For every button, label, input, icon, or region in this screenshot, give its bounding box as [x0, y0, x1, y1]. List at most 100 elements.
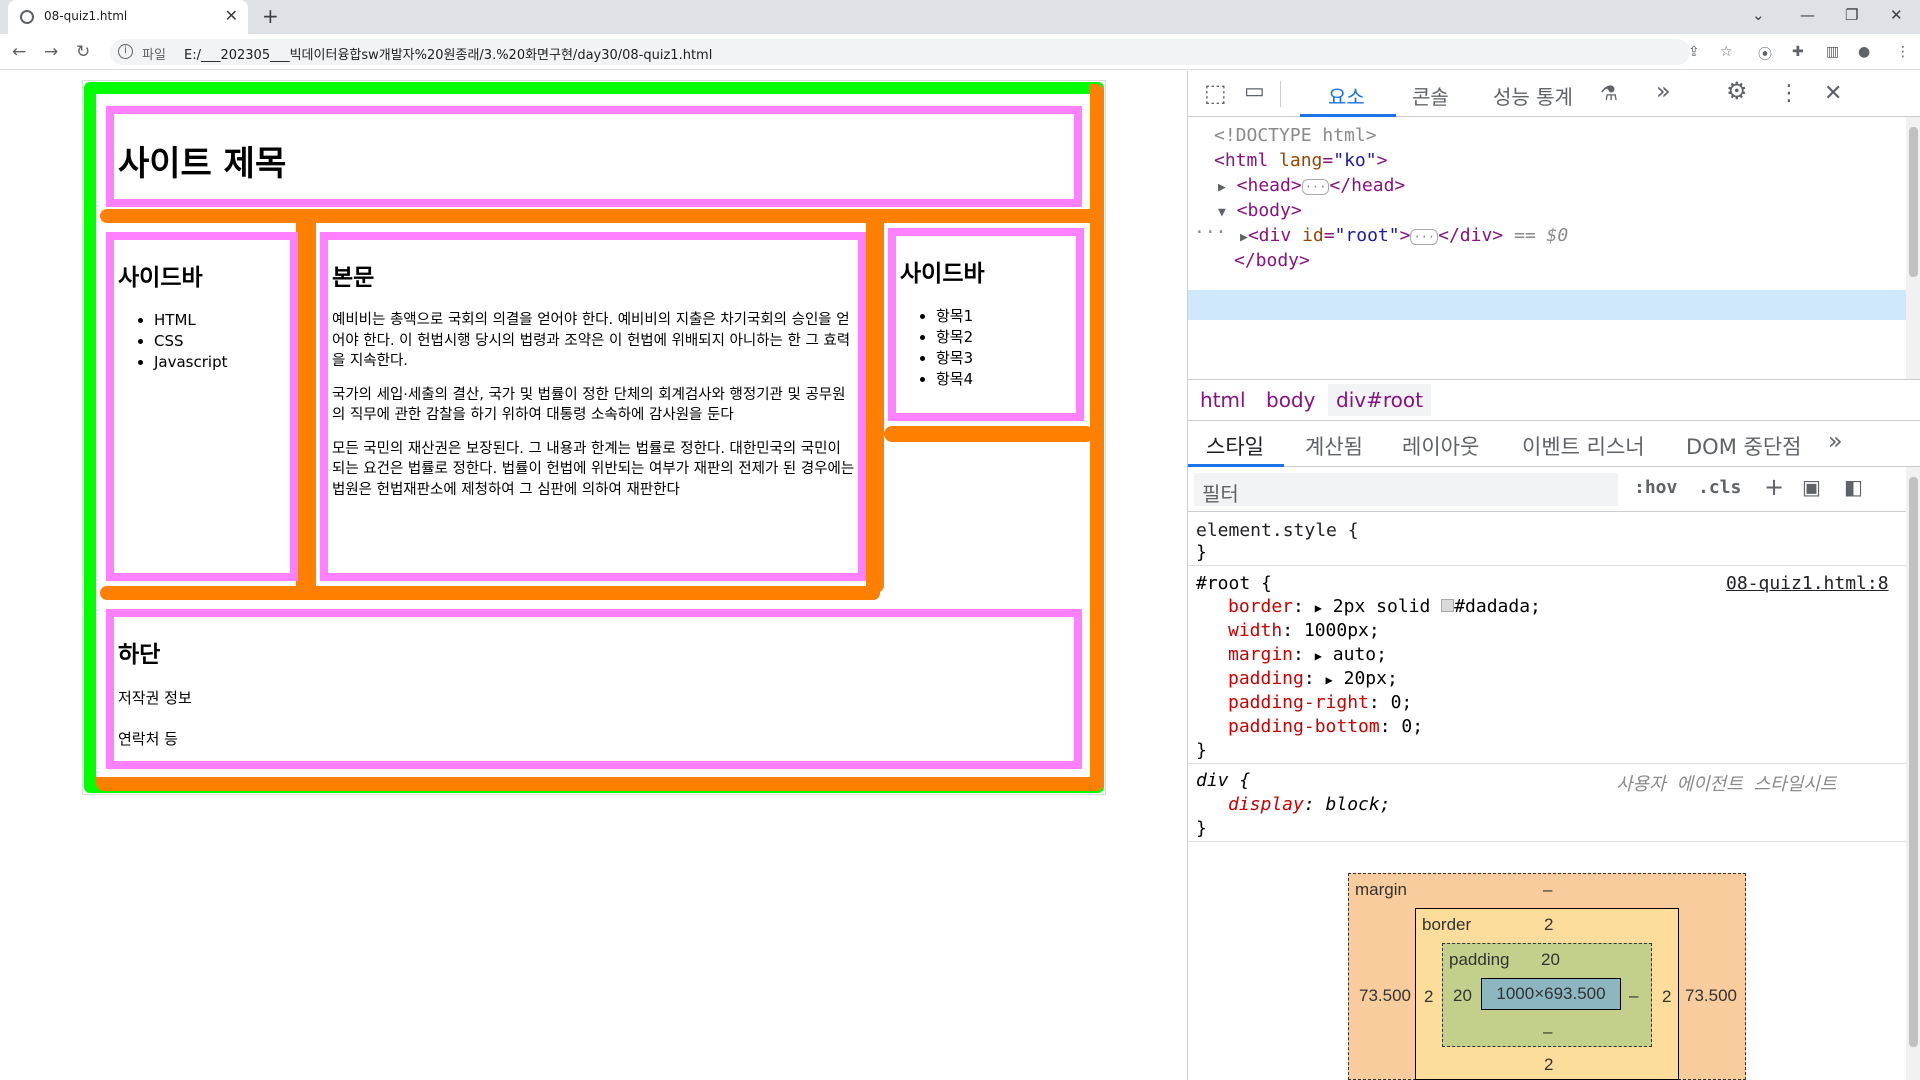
more-options-icon[interactable]: ⋮ [1778, 81, 1800, 106]
node-actions-icon[interactable]: ··· [1194, 222, 1227, 243]
padding-left-value[interactable]: 20 [1453, 986, 1472, 1006]
close-devtools-icon[interactable]: ✕ [1824, 81, 1842, 106]
css-property[interactable]: width: 1000px; [1228, 620, 1380, 641]
border-bottom-value[interactable]: 2 [1544, 1055, 1553, 1075]
border-top-value[interactable]: 2 [1544, 915, 1553, 935]
scroll-thumb[interactable] [1909, 477, 1918, 1047]
prop-value: 1000px; [1303, 620, 1380, 641]
url-text[interactable]: E:/___202305___빅데이터융합sw개발자%20원종래/3.%20화면… [184, 44, 712, 63]
styles-scrollbar[interactable] [1906, 467, 1920, 1080]
reload-icon[interactable]: ↻ [76, 42, 90, 62]
expand-triangle-icon[interactable]: ▶ [1315, 601, 1322, 615]
tab-layout[interactable]: 레이아웃 [1402, 431, 1479, 461]
margin-left-value[interactable]: 73.500 [1359, 986, 1411, 1006]
bookmark-star-icon[interactable]: ☆ [1720, 44, 1733, 60]
margin-top-value[interactable]: – [1543, 880, 1552, 900]
css-property[interactable]: border: ▶ 2px solid #dadada; [1228, 596, 1541, 617]
site-title: 사이트 제목 [118, 144, 287, 184]
collapse-triangle-icon[interactable]: ▼ [1218, 205, 1226, 220]
tab-styles[interactable]: 스타일 [1206, 431, 1264, 461]
css-property[interactable]: padding: ▶ 20px; [1228, 668, 1398, 689]
padding-top-value[interactable]: 20 [1541, 950, 1560, 970]
left-sidebar-list: HTML CSS Javascript [154, 310, 290, 373]
back-icon[interactable]: ← [12, 42, 26, 62]
expand-triangle-icon[interactable]: ▶ [1240, 230, 1248, 245]
attr-name: id [1302, 225, 1324, 246]
close-window-button[interactable]: ✕ [1890, 6, 1903, 24]
color-swatch[interactable] [1441, 599, 1455, 612]
new-tab-button[interactable]: + [262, 4, 279, 28]
forward-icon[interactable]: → [44, 42, 58, 62]
tab-title: 08-quiz1.html [44, 9, 128, 23]
collapsed-ellipsis[interactable]: ··· [1301, 179, 1330, 195]
more-tabs-button[interactable]: » [1656, 77, 1671, 105]
boxmodel-content[interactable]: 1000×693.500 [1481, 978, 1621, 1010]
element-style-selector[interactable]: element.style { [1196, 520, 1359, 541]
doctype-node[interactable]: <!DOCTYPE html> [1214, 125, 1377, 146]
crumb-body[interactable]: body [1266, 388, 1315, 412]
divider [1188, 565, 1906, 566]
browser-tab[interactable]: 08-quiz1.html ✕ [8, 0, 248, 34]
scroll-thumb[interactable] [1909, 127, 1918, 277]
border-left-value[interactable]: 2 [1424, 987, 1433, 1007]
html-node[interactable]: <html lang="ko"> [1214, 150, 1387, 171]
boxmodel-margin[interactable]: margin – 73.500 73.500 border 2 2 2 2 pa… [1348, 873, 1746, 1080]
sidepanel-icon[interactable]: ▥ [1826, 44, 1839, 60]
expand-triangle-icon[interactable]: ▶ [1315, 649, 1322, 663]
share-icon[interactable]: ⇪ [1688, 44, 1700, 60]
body-node[interactable]: ▼ <body> [1218, 200, 1302, 221]
right-sidebar: 사이드바 항목1 항목2 항목3 항목4 [888, 228, 1084, 421]
div-selector[interactable]: div { [1196, 770, 1250, 791]
border-right-value[interactable]: 2 [1662, 987, 1671, 1007]
sidebar-toggle-icon[interactable]: ◧ [1844, 475, 1863, 499]
device-toolbar-icon[interactable]: ▭ [1244, 79, 1265, 104]
hov-button[interactable]: :hov [1634, 477, 1677, 498]
crumb-div-root[interactable]: div#root [1328, 384, 1431, 416]
cls-button[interactable]: .cls [1698, 477, 1741, 498]
dom-scrollbar[interactable] [1906, 117, 1920, 379]
collapsed-ellipsis[interactable]: ··· [1410, 229, 1439, 245]
root-div-node[interactable]: ▶<div id="root"> ··· </div> == $0 [1240, 225, 1568, 246]
tab-event-listeners[interactable]: 이벤트 리스너 [1522, 431, 1645, 461]
tab-performance-insights[interactable]: 성능 통계 [1493, 81, 1573, 110]
css-property[interactable]: padding-right: 0; [1228, 692, 1412, 713]
restore-button[interactable]: ❐ [1845, 6, 1858, 24]
tab-computed[interactable]: 계산됨 [1305, 431, 1363, 461]
boxmodel-border[interactable]: border 2 2 2 2 padding 20 20 – – 1000×69… [1415, 908, 1679, 1080]
paint-roller-icon[interactable]: ▣ [1802, 475, 1821, 499]
extension-icon[interactable]: ⦿ [1758, 44, 1772, 64]
close-tab-icon[interactable]: ✕ [225, 6, 238, 25]
more-tabs-button[interactable]: » [1828, 427, 1843, 455]
url-field[interactable]: i 파일 E:/___202305___빅데이터융합sw개발자%20원종래/3.… [110, 39, 1690, 65]
margin-right-value[interactable]: 73.500 [1685, 986, 1737, 1006]
info-icon[interactable]: i [118, 44, 133, 59]
head-node[interactable]: ▶ <head> ··· </head> [1218, 175, 1405, 196]
tab-console[interactable]: 콘솔 [1412, 81, 1449, 110]
body-close-node[interactable]: </body> [1234, 250, 1310, 271]
css-property[interactable]: margin: ▶ auto; [1228, 644, 1387, 665]
minimize-button[interactable]: — [1800, 6, 1815, 24]
column-divider-right [866, 223, 884, 593]
padding-bottom-value[interactable]: – [1543, 1022, 1552, 1042]
source-link[interactable]: 08-quiz1.html:8 [1726, 573, 1889, 594]
filter-input[interactable]: 필터 [1194, 473, 1618, 506]
tab-search-icon[interactable]: ⌄ [1752, 6, 1765, 24]
new-rule-icon[interactable]: + [1764, 473, 1784, 501]
crumb-html[interactable]: html [1200, 388, 1246, 412]
expand-triangle-icon[interactable]: ▶ [1326, 673, 1333, 687]
profile-icon[interactable]: ● [1858, 44, 1870, 60]
prop-value: block; [1325, 794, 1391, 815]
tab-elements[interactable]: 요소 [1328, 81, 1365, 110]
menu-icon[interactable]: ⋮ [1896, 44, 1910, 60]
sidebar-divider [884, 426, 1094, 442]
puzzle-icon[interactable]: ✚ [1792, 44, 1804, 60]
settings-gear-icon[interactable]: ⚙ [1726, 77, 1748, 105]
expand-triangle-icon[interactable]: ▶ [1218, 180, 1226, 195]
root-selector[interactable]: #root { [1196, 573, 1272, 594]
css-property[interactable]: padding-bottom: 0; [1228, 716, 1423, 737]
inspect-icon[interactable]: ⬚ [1204, 79, 1227, 107]
prop-value: auto; [1332, 644, 1387, 665]
padding-right-value[interactable]: – [1629, 986, 1638, 1006]
boxmodel-padding[interactable]: padding 20 20 – – 1000×693.500 [1442, 943, 1652, 1047]
tab-dom-breakpoints[interactable]: DOM 중단점 [1686, 431, 1801, 461]
